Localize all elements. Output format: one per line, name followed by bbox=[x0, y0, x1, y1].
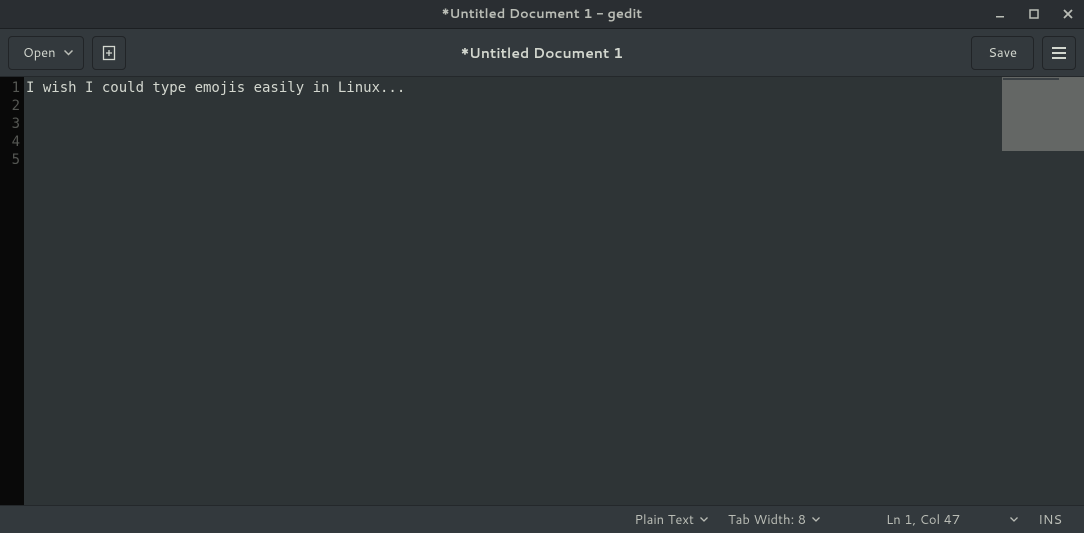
statusbar-menu[interactable] bbox=[1004, 517, 1024, 522]
hamburger-menu-button[interactable] bbox=[1042, 36, 1076, 70]
minimize-button[interactable] bbox=[992, 6, 1008, 22]
window-titlebar: *Untitled Document 1 - gedit bbox=[0, 0, 1084, 29]
insert-mode-indicator[interactable]: INS bbox=[1032, 511, 1068, 529]
line-number: 1 bbox=[0, 79, 20, 97]
chevron-down-icon bbox=[700, 517, 708, 522]
save-button[interactable]: Save bbox=[971, 36, 1034, 70]
line-number: 3 bbox=[0, 115, 20, 133]
open-button[interactable]: Open bbox=[8, 36, 84, 70]
close-button[interactable] bbox=[1060, 6, 1076, 22]
cursor-position: Ln 1, Col 47 bbox=[880, 511, 966, 529]
tab-width-selector[interactable]: Tab Width: 8 bbox=[722, 511, 826, 529]
syntax-selector[interactable]: Plain Text bbox=[628, 511, 713, 529]
document-title: *Untitled Document 1 bbox=[461, 43, 623, 63]
chevron-down-icon bbox=[812, 517, 820, 522]
line-number: 2 bbox=[0, 97, 20, 115]
line-number: 5 bbox=[0, 151, 20, 169]
line-number-gutter: 12345 bbox=[0, 77, 24, 505]
line-number: 4 bbox=[0, 133, 20, 151]
new-document-button[interactable] bbox=[92, 36, 126, 70]
overview-content-mark bbox=[1003, 78, 1059, 80]
text-editor[interactable]: I wish I could type emojis easily in Lin… bbox=[24, 77, 1002, 505]
maximize-button[interactable] bbox=[1026, 6, 1042, 22]
editor-area: 12345 I wish I could type emojis easily … bbox=[0, 77, 1084, 505]
window-controls bbox=[992, 0, 1076, 28]
chevron-down-icon bbox=[1010, 517, 1018, 522]
chevron-down-icon bbox=[64, 50, 73, 56]
toolbar: Open *Untitled Document 1 Save bbox=[0, 29, 1084, 77]
overview-viewport-indicator[interactable] bbox=[1002, 77, 1084, 151]
status-bar: Plain Text Tab Width: 8 Ln 1, Col 47 INS bbox=[0, 505, 1084, 533]
hamburger-icon bbox=[1052, 47, 1066, 59]
new-document-icon bbox=[101, 45, 117, 61]
window-title: *Untitled Document 1 - gedit bbox=[442, 5, 643, 23]
open-label: Open bbox=[23, 44, 56, 62]
overview-map[interactable] bbox=[1002, 77, 1084, 505]
